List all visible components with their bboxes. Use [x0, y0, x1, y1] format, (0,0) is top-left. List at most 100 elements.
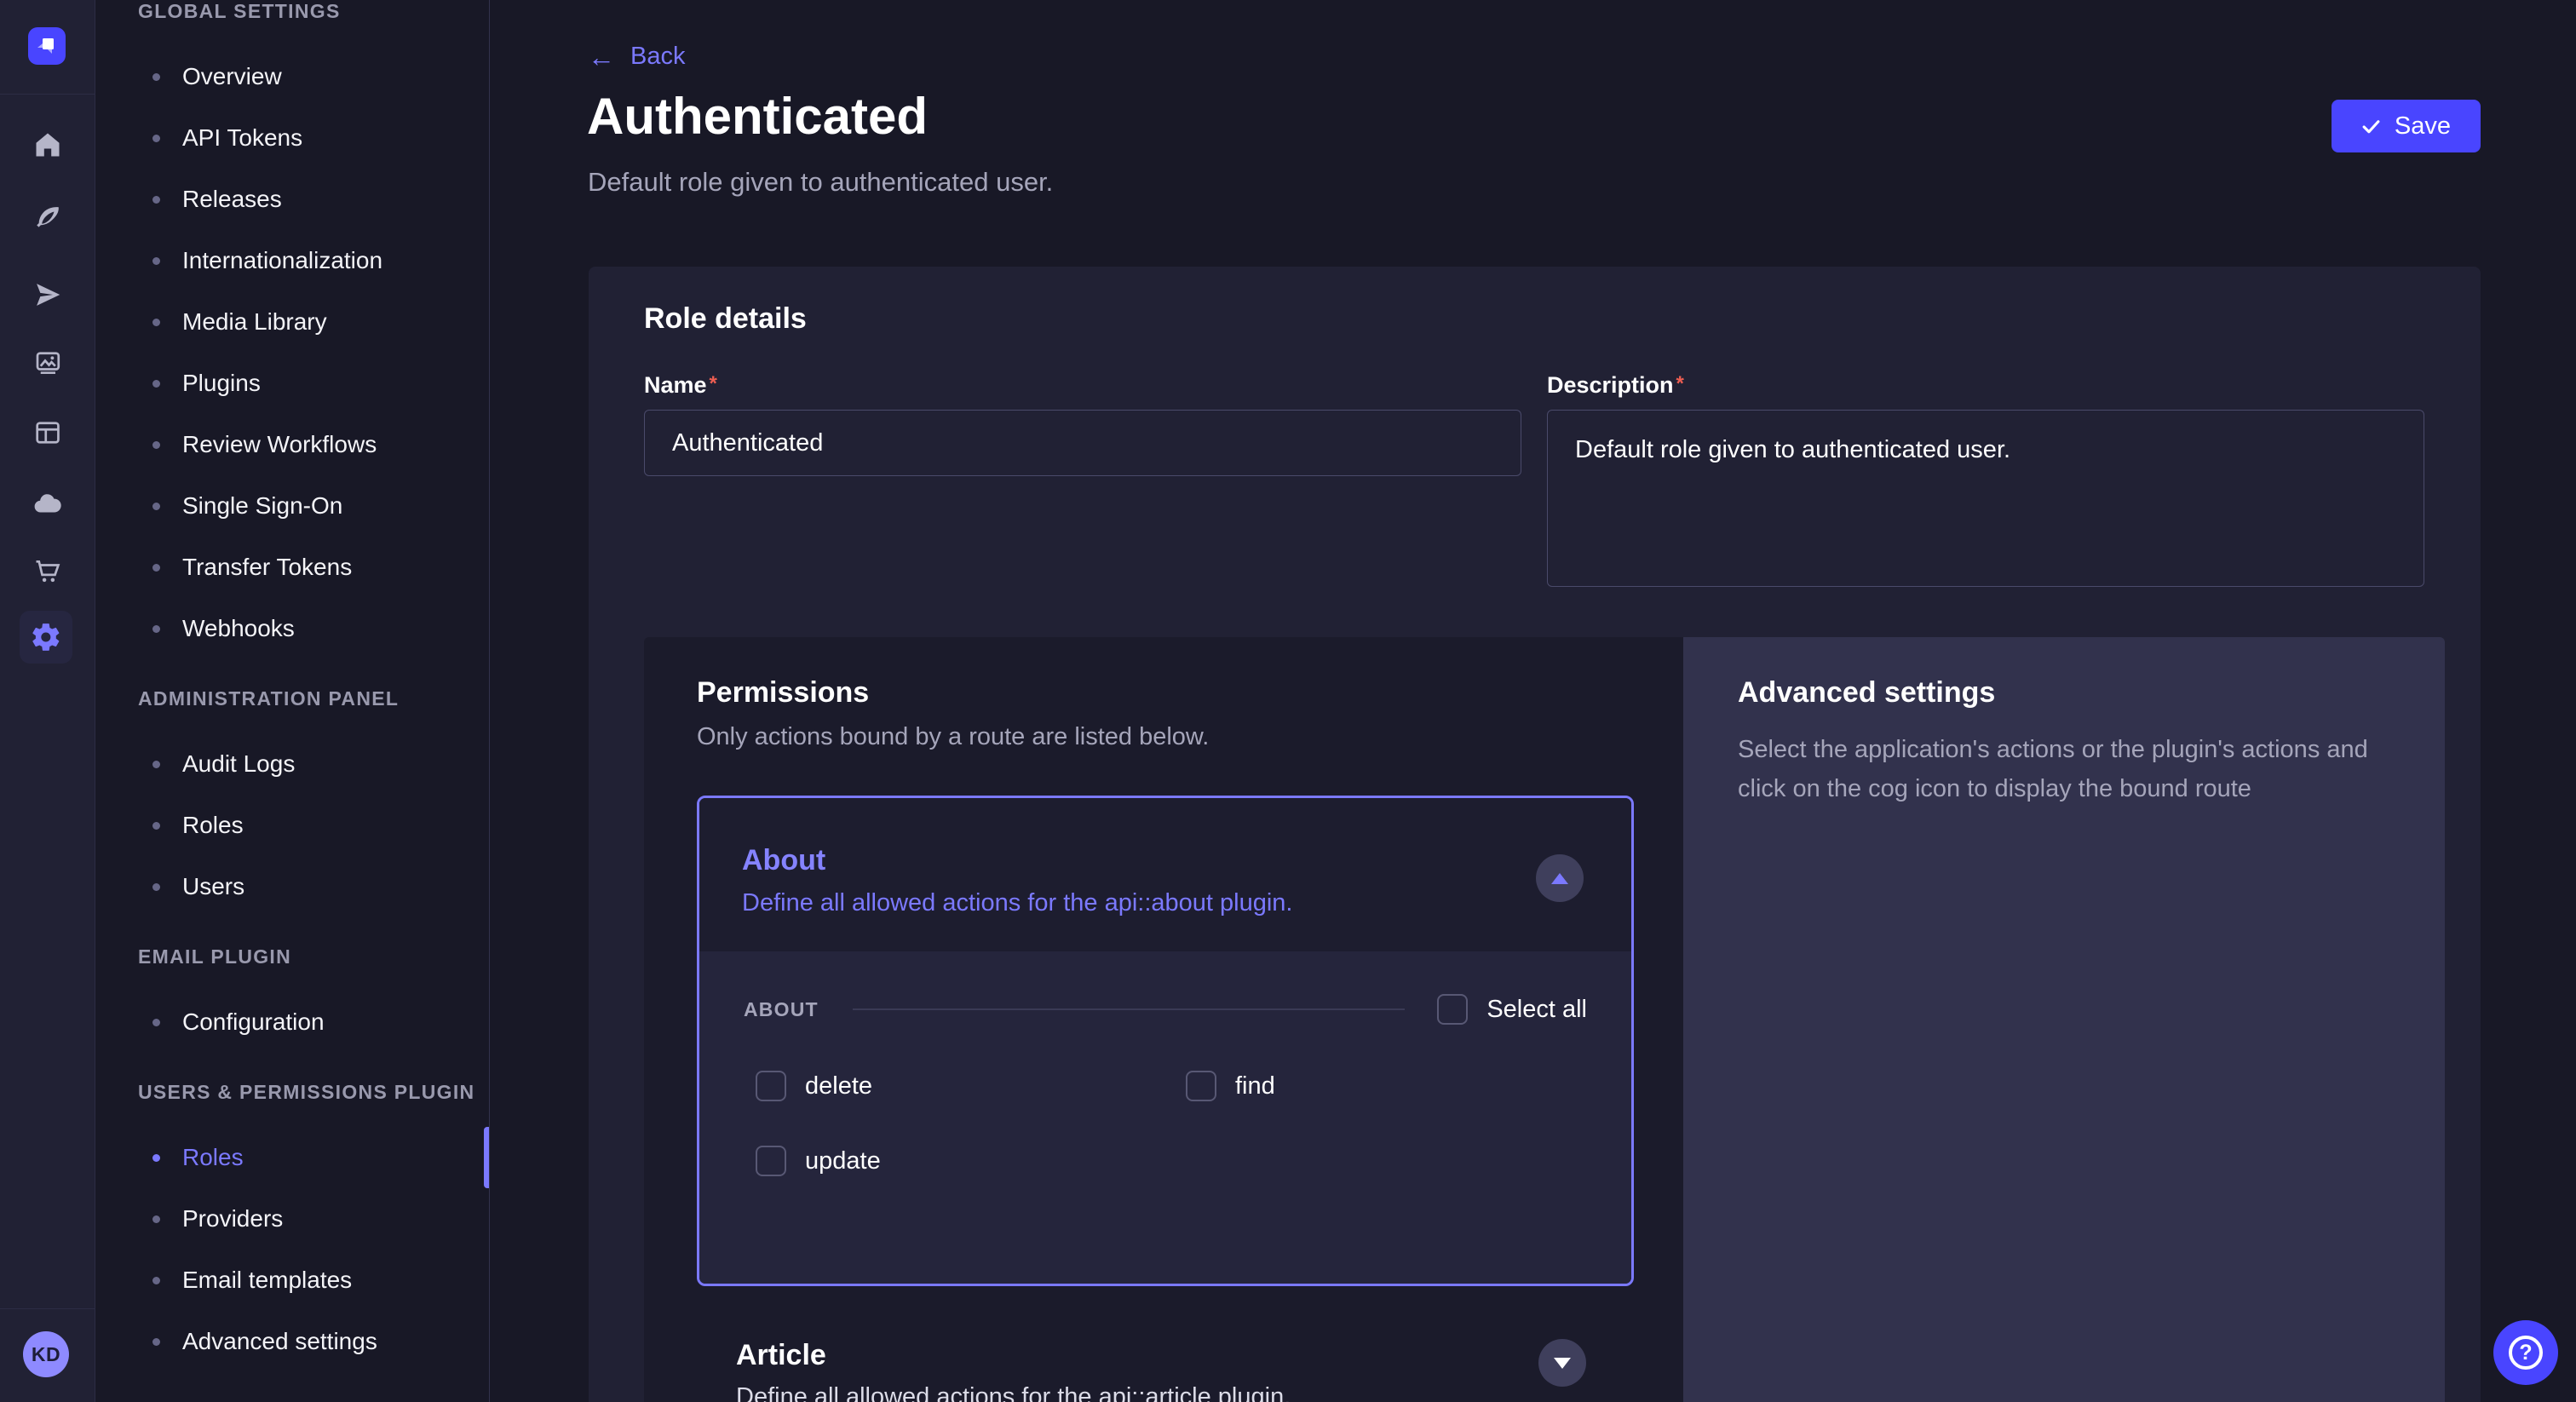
chevron-down-icon — [1554, 1358, 1571, 1369]
permissions-section: Permissions Only actions bound by a rout… — [644, 637, 2429, 1402]
sidebar-item-audit-logs[interactable]: Audit Logs — [138, 733, 489, 795]
feather-icon[interactable] — [0, 203, 95, 233]
bullet-icon — [152, 503, 160, 510]
collapse-toggle-button[interactable] — [1536, 854, 1584, 902]
question-mark-icon: ? — [2509, 1336, 2543, 1370]
name-input[interactable]: Authenticated — [644, 410, 1521, 476]
home-icon[interactable] — [0, 129, 95, 160]
name-label: Name* — [644, 372, 1521, 399]
actions-checkbox-grid: delete find update — [744, 1069, 1587, 1178]
back-link[interactable]: ← Back — [588, 43, 685, 71]
strapi-logo[interactable] — [28, 27, 66, 65]
layout-icon[interactable] — [0, 417, 95, 448]
bullet-icon — [152, 380, 160, 388]
sidebar-item-label: Email templates — [182, 1267, 352, 1294]
sidebar-item-label: Webhooks — [182, 615, 295, 642]
article-accordion-header[interactable]: Article Define all allowed actions for t… — [697, 1308, 1634, 1402]
sidebar-item-label: Providers — [182, 1205, 283, 1232]
bullet-icon — [152, 822, 160, 830]
sidebar-item-label: Single Sign-On — [182, 492, 342, 520]
bullet-icon — [152, 196, 160, 204]
sidebar-item-label: Internationalization — [182, 247, 382, 274]
sidebar-item-transfer-tokens[interactable]: Transfer Tokens — [138, 537, 489, 598]
cloud-icon[interactable] — [0, 488, 95, 519]
find-checkbox[interactable] — [1186, 1071, 1216, 1101]
role-panel: Role details Name* Authenticated Descrip… — [589, 267, 2481, 1402]
about-accordion: About Define all allowed actions for the… — [697, 796, 1634, 1286]
permissions-panel: Permissions Only actions bound by a rout… — [644, 637, 1683, 1402]
sidebar-item-label: Roles — [182, 1144, 244, 1171]
sidebar-item-overview[interactable]: Overview — [138, 46, 489, 107]
chevron-up-icon — [1551, 873, 1568, 884]
back-arrow-icon: ← — [588, 43, 615, 71]
sidebar-item-email-templates[interactable]: Email templates — [138, 1250, 489, 1311]
update-checkbox[interactable] — [756, 1146, 786, 1176]
required-asterisk: * — [1676, 372, 1684, 395]
gear-icon — [30, 621, 62, 653]
checkbox-label: update — [805, 1147, 881, 1175]
advanced-settings-body: Select the application's actions or the … — [1738, 730, 2394, 808]
sidebar-item-label: Plugins — [182, 370, 261, 397]
sidebar-item-review-workflows[interactable]: Review Workflows — [138, 414, 489, 475]
advanced-settings-heading: Advanced settings — [1738, 676, 2394, 710]
save-label: Save — [2395, 112, 2451, 141]
sidebar-item-api-tokens[interactable]: API Tokens — [138, 107, 489, 169]
name-field-group: Name* Authenticated — [644, 372, 1521, 476]
sidebar-item-roles[interactable]: Roles — [138, 795, 489, 856]
settings-rail-item[interactable] — [20, 611, 72, 664]
page-subtitle: Default role given to authenticated user… — [588, 167, 1053, 198]
about-accordion-title: About — [742, 844, 1631, 877]
sidebar-item-media-library[interactable]: Media Library — [138, 291, 489, 353]
required-asterisk: * — [710, 372, 717, 395]
strapi-admin-app: KD GLOBAL SETTINGSOverviewAPI TokensRele… — [0, 0, 2576, 1402]
sidebar-item-label: Configuration — [182, 1008, 325, 1036]
page-title: Authenticated — [587, 87, 928, 146]
sidebar-item-internationalization[interactable]: Internationalization — [138, 230, 489, 291]
sidebar-item-label: Releases — [182, 186, 282, 213]
about-accordion-header[interactable]: About Define all allowed actions for the… — [699, 798, 1631, 951]
sidebar-item-roles[interactable]: Roles — [138, 1127, 489, 1188]
media-icon[interactable] — [0, 348, 95, 378]
save-button[interactable]: Save — [2332, 100, 2481, 152]
sidebar-item-single-sign-on[interactable]: Single Sign-On — [138, 475, 489, 537]
back-label: Back — [630, 43, 685, 71]
description-field-group: Description* Default role given to authe… — [1547, 372, 2424, 587]
permission-action-delete: delete — [756, 1069, 1186, 1103]
bullet-icon — [152, 1019, 160, 1026]
sidebar-item-label: Roles — [182, 812, 244, 839]
description-textarea[interactable]: Default role given to authenticated user… — [1547, 410, 2424, 587]
sidebar-item-plugins[interactable]: Plugins — [138, 353, 489, 414]
bullet-icon — [152, 625, 160, 633]
delete-checkbox[interactable] — [756, 1071, 786, 1101]
sidebar-item-configuration[interactable]: Configuration — [138, 991, 489, 1053]
main-content: ← Back Authenticated Default role given … — [491, 0, 2576, 1402]
group-divider-line — [853, 1008, 1406, 1010]
bullet-icon — [152, 1154, 160, 1162]
bullet-icon — [152, 257, 160, 265]
nav-section-header-administration-panel: ADMINISTRATION PANEL — [138, 687, 489, 710]
sidebar-item-advanced-settings[interactable]: Advanced settings — [138, 1311, 489, 1372]
select-all-checkbox[interactable] — [1437, 994, 1468, 1025]
user-avatar[interactable]: KD — [23, 1331, 69, 1377]
permissions-heading: Permissions — [697, 676, 1634, 710]
about-accordion-body: ABOUT Select all deletefindupdate — [699, 951, 1631, 1284]
permissions-subtitle: Only actions bound by a route are listed… — [697, 723, 1634, 751]
sidebar-item-releases[interactable]: Releases — [138, 169, 489, 230]
rail-divider — [0, 94, 95, 95]
sidebar-item-label: Transfer Tokens — [182, 554, 352, 581]
cart-icon[interactable] — [0, 556, 95, 587]
bullet-icon — [152, 761, 160, 768]
bullet-icon — [152, 135, 160, 142]
sidebar-item-label: Review Workflows — [182, 431, 377, 458]
sidebar-item-users[interactable]: Users — [138, 856, 489, 917]
sidebar-item-providers[interactable]: Providers — [138, 1188, 489, 1250]
expand-toggle-button[interactable] — [1538, 1339, 1586, 1387]
bullet-icon — [152, 1215, 160, 1223]
sidebar-item-webhooks[interactable]: Webhooks — [138, 598, 489, 659]
nav-section-header-users-permissions-plugin: USERS & PERMISSIONS PLUGIN — [138, 1081, 489, 1103]
paper-plane-icon[interactable] — [0, 279, 95, 310]
help-button[interactable]: ? — [2493, 1320, 2558, 1385]
checkbox-label: delete — [805, 1072, 872, 1100]
description-label: Description* — [1547, 372, 2424, 399]
permission-action-find: find — [1186, 1069, 1587, 1103]
